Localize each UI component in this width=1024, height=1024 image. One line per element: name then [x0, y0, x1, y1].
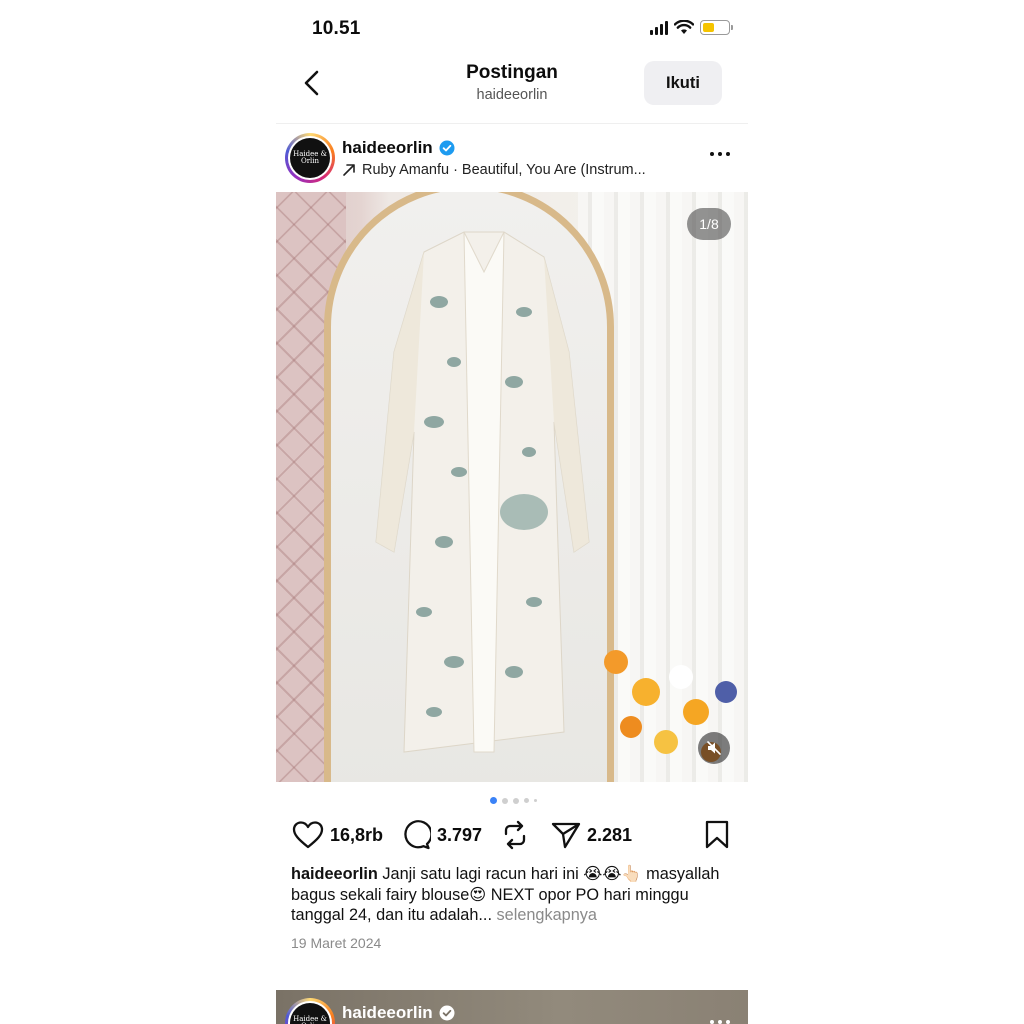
heart-icon[interactable] [292, 820, 324, 850]
speaker-muted-icon [707, 741, 721, 755]
bookmark-icon[interactable] [704, 820, 730, 850]
status-icons [650, 20, 733, 35]
arrow-up-right-icon [343, 164, 355, 176]
next-post-username[interactable]: haideeorlin [342, 1003, 455, 1023]
more-options-icon[interactable] [710, 152, 730, 156]
carousel-dot-active [489, 797, 497, 804]
repost-icon[interactable] [501, 820, 529, 850]
post-caption: haideeorlin Janji satu lagi racun hari i… [291, 864, 736, 926]
wifi-icon [674, 20, 694, 34]
phone-screen: 10.51 Postingan haideeorlin Ikuti Haidee… [276, 0, 748, 1024]
repost-action[interactable] [501, 820, 529, 850]
action-bar: 16,8rb 3.797 2.281 [276, 816, 748, 856]
verified-badge-icon [439, 1005, 455, 1021]
avatar-logo: Haidee & Orlin [290, 138, 330, 178]
next-post-header: Haidee & Orlin haideeorlin [276, 990, 748, 1024]
more-options-icon[interactable] [710, 1020, 730, 1024]
username-text[interactable]: haideeorlin [342, 138, 433, 158]
avatar[interactable]: Haidee & Orlin [285, 133, 335, 183]
comment-count: 3.797 [437, 824, 483, 845]
follow-button[interactable]: Ikuti [644, 61, 722, 105]
share-count: 2.281 [587, 824, 633, 845]
carousel-dot [501, 797, 508, 804]
carousel-dots [276, 797, 748, 804]
caption-username[interactable]: haideeorlin [291, 865, 378, 883]
post-date: 19 Maret 2024 [291, 935, 382, 951]
send-icon[interactable] [551, 820, 581, 850]
mute-toggle[interactable] [698, 732, 730, 764]
like-count: 16,8rb [330, 824, 384, 845]
music-attribution[interactable]: Ruby Amanfu · Beautiful, You Are (Instru… [342, 162, 646, 178]
dress-illustration [375, 231, 590, 753]
carousel-dot [512, 797, 519, 804]
slide-indicator-badge: 1/8 [687, 208, 731, 240]
caption-more-link[interactable]: selengkapnya [497, 906, 597, 924]
comment-icon[interactable] [401, 820, 431, 850]
music-text[interactable]: Ruby Amanfu · Beautiful, You Are (Instru… [362, 162, 646, 178]
share-action[interactable]: 2.281 [551, 820, 632, 850]
cellular-signal-icon [650, 20, 668, 35]
avatar[interactable]: Haidee & Orlin [285, 998, 335, 1024]
post-header: Postingan haideeorlin Ikuti [276, 56, 748, 124]
comment-action[interactable]: 3.797 [401, 820, 482, 850]
post-author-row: Haidee & Orlin haideeorlin Ruby Amanfu ·… [276, 128, 748, 190]
username-text[interactable]: haideeorlin [342, 1003, 433, 1023]
verified-badge-icon [439, 140, 455, 156]
post-image[interactable]: 1/8 [276, 192, 748, 782]
status-time: 10.51 [312, 18, 361, 39]
avatar-logo: Haidee & Orlin [290, 1003, 330, 1024]
carousel-dot [533, 799, 537, 802]
post-username[interactable]: haideeorlin [342, 138, 455, 158]
carousel-dot [523, 798, 529, 803]
status-bar: 10.51 [276, 0, 748, 56]
battery-icon [700, 20, 733, 35]
like-action[interactable]: 16,8rb [292, 820, 383, 850]
